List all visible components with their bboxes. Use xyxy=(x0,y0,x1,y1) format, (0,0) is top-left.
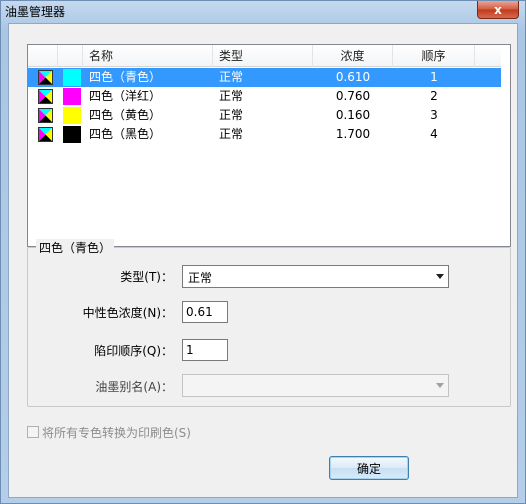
type-label: 类型(T)： xyxy=(120,270,173,284)
ink-name: 四色（黑色） xyxy=(89,127,162,141)
ink-order: 3 xyxy=(430,108,438,122)
cyan-swatch xyxy=(63,69,81,86)
trap-order-label: 陷印顺序(Q)： xyxy=(94,344,173,358)
ink-density: 0.160 xyxy=(335,108,371,122)
process-ink-icon xyxy=(38,108,53,123)
magenta-swatch xyxy=(63,88,81,105)
dialog-body: 名称 类型 浓度 顺序 四色（青色） 正常 0.610 1 四色（洋红） 正常 … xyxy=(8,23,518,498)
density-input[interactable]: 0.61 xyxy=(182,301,228,323)
title-bar[interactable]: 油墨管理器 x xyxy=(1,1,525,23)
chevron-down-icon xyxy=(436,274,444,279)
header-icon-column[interactable] xyxy=(28,45,58,67)
group-title: 四色（青色） xyxy=(36,239,115,256)
ink-type: 正常 xyxy=(219,89,244,103)
ink-density: 0.760 xyxy=(335,89,371,103)
process-ink-icon xyxy=(38,70,53,85)
table-row[interactable]: 四色（青色） 正常 0.610 1 xyxy=(28,68,501,87)
table-row[interactable]: 四色（黄色） 正常 0.160 3 xyxy=(28,106,501,125)
ink-manager-window: 油墨管理器 x 名称 类型 浓度 顺序 四色（青色） 正常 0.610 1 四色… xyxy=(0,0,526,504)
process-ink-icon xyxy=(38,89,53,104)
ink-name: 四色（黄色） xyxy=(89,108,162,122)
ink-type: 正常 xyxy=(219,108,244,122)
ink-order: 1 xyxy=(430,70,438,84)
ink-alias-label: 油墨别名(A)： xyxy=(95,380,173,394)
header-color-column[interactable] xyxy=(58,45,83,67)
header-order[interactable]: 顺序 xyxy=(393,45,475,67)
chevron-down-icon xyxy=(436,383,444,388)
convert-spot-label: 将所有专色转换为印刷色(S) xyxy=(42,426,191,440)
ink-list[interactable]: 名称 类型 浓度 顺序 四色（青色） 正常 0.610 1 四色（洋红） 正常 … xyxy=(27,44,511,247)
type-value: 正常 xyxy=(188,271,213,285)
window-title: 油墨管理器 xyxy=(5,5,66,19)
header-density[interactable]: 浓度 xyxy=(313,45,393,67)
type-dropdown[interactable]: 正常 xyxy=(182,265,449,288)
process-ink-icon xyxy=(38,127,53,142)
ink-name: 四色（洋红） xyxy=(89,89,162,103)
ink-list-header: 名称 类型 浓度 顺序 xyxy=(28,45,501,67)
ink-alias-dropdown[interactable] xyxy=(182,374,449,397)
ink-type: 正常 xyxy=(219,127,244,141)
trap-order-input[interactable]: 1 xyxy=(182,339,228,361)
ink-name: 四色（青色） xyxy=(89,70,162,84)
close-button[interactable]: x xyxy=(477,1,519,19)
header-type[interactable]: 类型 xyxy=(213,45,313,67)
ink-order: 2 xyxy=(430,89,438,103)
header-name[interactable]: 名称 xyxy=(83,45,213,67)
table-row[interactable]: 四色（洋红） 正常 0.760 2 xyxy=(28,87,501,106)
ink-density: 0.610 xyxy=(335,70,371,84)
ink-density: 1.700 xyxy=(335,127,371,141)
table-row[interactable]: 四色（黑色） 正常 1.700 4 xyxy=(28,125,501,144)
ink-order: 4 xyxy=(430,127,438,141)
convert-spot-checkbox[interactable] xyxy=(27,426,39,438)
black-swatch xyxy=(63,126,81,143)
ink-type: 正常 xyxy=(219,70,244,84)
ink-details-group: 四色（青色） 类型(T)： 正常 中性色浓度(N)： 0.61 陷印顺序(Q)：… xyxy=(27,239,511,407)
ok-button[interactable]: 确定 xyxy=(329,456,409,480)
density-label: 中性色浓度(N)： xyxy=(82,306,173,320)
yellow-swatch xyxy=(63,107,81,124)
